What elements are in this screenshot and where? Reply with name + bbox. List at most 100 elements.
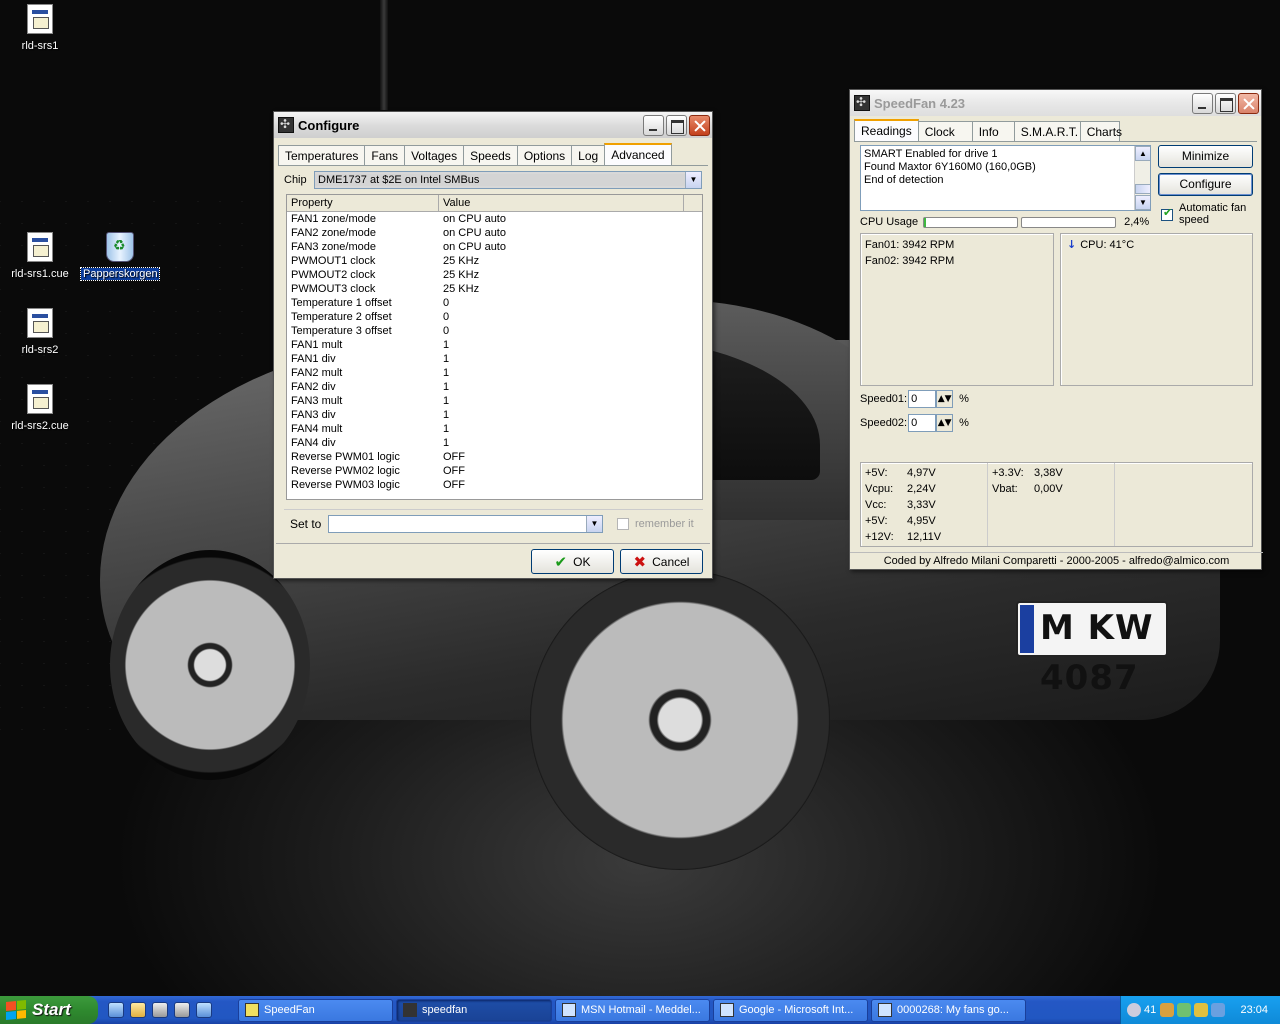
chevron-down-icon[interactable]: ▼: [586, 515, 602, 532]
column-header-property[interactable]: Property: [287, 195, 439, 211]
taskbar-item-google[interactable]: Google - Microsoft Int...: [713, 998, 868, 1022]
scroll-thumb[interactable]: [1135, 184, 1150, 194]
table-row[interactable]: FAN3 div 1: [287, 408, 702, 422]
column-header-value[interactable]: Value: [439, 195, 684, 211]
tab-info[interactable]: Info: [971, 121, 1015, 141]
speed02-input[interactable]: 0: [908, 414, 937, 432]
tab-charts[interactable]: Charts: [1079, 121, 1122, 141]
clock[interactable]: 23:04: [1240, 1004, 1268, 1016]
close-icon[interactable]: [1238, 92, 1259, 114]
table-row[interactable]: Temperature 1 offset 0: [287, 296, 702, 310]
detection-log[interactable]: SMART Enabled for drive 1 Found Maxtor 6…: [860, 145, 1151, 211]
property-grid[interactable]: Property Value FAN1 zone/mode on CPU auto…: [286, 194, 703, 500]
desktop-icon-rld-srs1-cue[interactable]: rld-srs1.cue: [1, 232, 79, 280]
automatic-fan-speed-checkbox[interactable]: Automatic fan speed: [1161, 202, 1256, 226]
maximize-icon[interactable]: [666, 114, 687, 136]
cpu-usage-label: CPU Usage: [860, 216, 919, 228]
tab-voltages[interactable]: Voltages: [404, 145, 465, 165]
configure-button[interactable]: Configure: [1158, 173, 1253, 196]
tab-options[interactable]: Options: [516, 145, 573, 165]
chevron-down-icon[interactable]: ▼: [685, 172, 701, 188]
security-icon[interactable]: [1194, 1003, 1209, 1017]
chip-select[interactable]: DME1737 at $2E on Intel SMBus ▼: [314, 171, 702, 189]
table-row[interactable]: PWMOUT1 clock 25 KHz: [287, 254, 702, 268]
speedfan-window[interactable]: SpeedFan 4.23 Readings Clock Info S.M.A.…: [849, 89, 1263, 570]
table-row[interactable]: Reverse PWM03 logic OFF: [287, 478, 702, 492]
set-to-select[interactable]: ▼: [328, 514, 603, 533]
table-row[interactable]: PWMOUT3 clock 25 KHz: [287, 282, 702, 296]
taskbar-item-hotmail[interactable]: MSN Hotmail - Meddel...: [555, 998, 710, 1022]
remember-it-checkbox[interactable]: remember it: [617, 517, 694, 530]
tab-smart[interactable]: S.M.A.R.T.: [1013, 121, 1081, 141]
table-row[interactable]: Reverse PWM01 logic OFF: [287, 450, 702, 464]
tab-speeds[interactable]: Speeds: [463, 145, 518, 165]
tab-advanced[interactable]: Advanced: [604, 143, 672, 165]
ok-button[interactable]: ✔ OK: [531, 549, 614, 574]
desktop-icon-rld-srs2[interactable]: rld-srs2: [1, 308, 79, 356]
close-icon[interactable]: [689, 114, 710, 136]
property-cell: FAN3 div: [291, 409, 336, 421]
table-row[interactable]: Temperature 3 offset 0: [287, 324, 702, 338]
show-desktop-icon[interactable]: [196, 1002, 212, 1018]
table-row[interactable]: FAN3 mult 1: [287, 394, 702, 408]
minimize-icon[interactable]: [643, 114, 664, 136]
taskbar-item-speedfan[interactable]: SpeedFan: [238, 998, 393, 1022]
desktop-icon-label: rld-srs1: [21, 40, 59, 52]
cancel-button[interactable]: ✖ Cancel: [620, 549, 703, 574]
tray-expand-icon[interactable]: [1127, 1003, 1141, 1017]
spinner-icon[interactable]: ▲▼: [936, 390, 954, 408]
tab-log[interactable]: Log: [571, 145, 606, 165]
tray-temperature[interactable]: 41: [1144, 1004, 1156, 1016]
internet-explorer-icon[interactable]: [108, 1002, 124, 1018]
maximize-icon[interactable]: [1215, 92, 1236, 114]
folder-icon[interactable]: [130, 1002, 146, 1018]
desktop-icon-rld-srs1[interactable]: rld-srs1: [1, 4, 79, 52]
desktop-icon-recycle-bin[interactable]: Papperskorgen: [80, 232, 160, 281]
table-row[interactable]: FAN1 div 1: [287, 352, 702, 366]
cpu-usage-bar-1: [923, 216, 1019, 228]
table-row[interactable]: Temperature 2 offset 0: [287, 310, 702, 324]
taskbar: Start SpeedFan speedfan MSN Hotmail - Me…: [0, 996, 1280, 1024]
property-cell: Reverse PWM03 logic: [291, 479, 400, 491]
configure-window[interactable]: Configure Temperatures Fans Voltages Spe…: [273, 111, 713, 579]
tab-temperatures[interactable]: Temperatures: [278, 145, 366, 165]
table-row[interactable]: FAN2 mult 1: [287, 366, 702, 380]
drive-icon[interactable]: [152, 1002, 168, 1018]
table-row[interactable]: FAN1 zone/mode on CPU auto: [287, 212, 702, 226]
browser-icon: [878, 1003, 892, 1017]
taskbar-item-fans-page[interactable]: 0000268: My fans go...: [871, 998, 1026, 1022]
speed01-input[interactable]: 0: [908, 390, 937, 408]
table-row[interactable]: FAN2 zone/mode on CPU auto: [287, 226, 702, 240]
table-row[interactable]: FAN4 mult 1: [287, 422, 702, 436]
configure-titlebar[interactable]: Configure: [274, 112, 712, 138]
minimize-button[interactable]: Minimize: [1158, 145, 1253, 168]
log-scrollbar[interactable]: ▲ ▼: [1134, 146, 1150, 210]
tab-readings[interactable]: Readings: [854, 119, 919, 141]
table-row[interactable]: Reverse PWM02 logic OFF: [287, 464, 702, 478]
table-row[interactable]: FAN2 div 1: [287, 380, 702, 394]
start-button[interactable]: Start: [0, 996, 98, 1024]
scroll-up-icon[interactable]: ▲: [1135, 146, 1150, 161]
chip-label: Chip: [284, 174, 307, 186]
spinner-icon[interactable]: ▲▼: [936, 414, 954, 432]
minimize-icon[interactable]: [1192, 92, 1213, 114]
desktop-icon-rld-srs2-cue[interactable]: rld-srs2.cue: [1, 384, 79, 432]
table-row[interactable]: FAN1 mult 1: [287, 338, 702, 352]
taskbar-item-speedfan-config[interactable]: speedfan: [396, 998, 552, 1022]
speed01-control: Speed01: 0 ▲▼ %: [860, 390, 969, 408]
window-title: SpeedFan 4.23: [874, 95, 966, 111]
tab-fans[interactable]: Fans: [364, 145, 406, 165]
desktop-icon-label: Papperskorgen: [80, 267, 160, 281]
table-row[interactable]: FAN4 div 1: [287, 436, 702, 450]
table-row[interactable]: PWMOUT2 clock 25 KHz: [287, 268, 702, 282]
tab-clock[interactable]: Clock: [917, 121, 973, 141]
value-cell: 1: [443, 409, 450, 421]
table-row[interactable]: FAN3 zone/mode on CPU auto: [287, 240, 702, 254]
msn-icon[interactable]: [1211, 1003, 1226, 1017]
property-cell: Temperature 1 offset: [291, 297, 392, 309]
speedfan-titlebar[interactable]: SpeedFan 4.23: [850, 90, 1261, 116]
network-icon[interactable]: [1160, 1003, 1175, 1017]
scroll-down-icon[interactable]: ▼: [1135, 195, 1150, 210]
drive-icon[interactable]: [174, 1002, 190, 1018]
speaker-icon[interactable]: [1177, 1003, 1192, 1017]
